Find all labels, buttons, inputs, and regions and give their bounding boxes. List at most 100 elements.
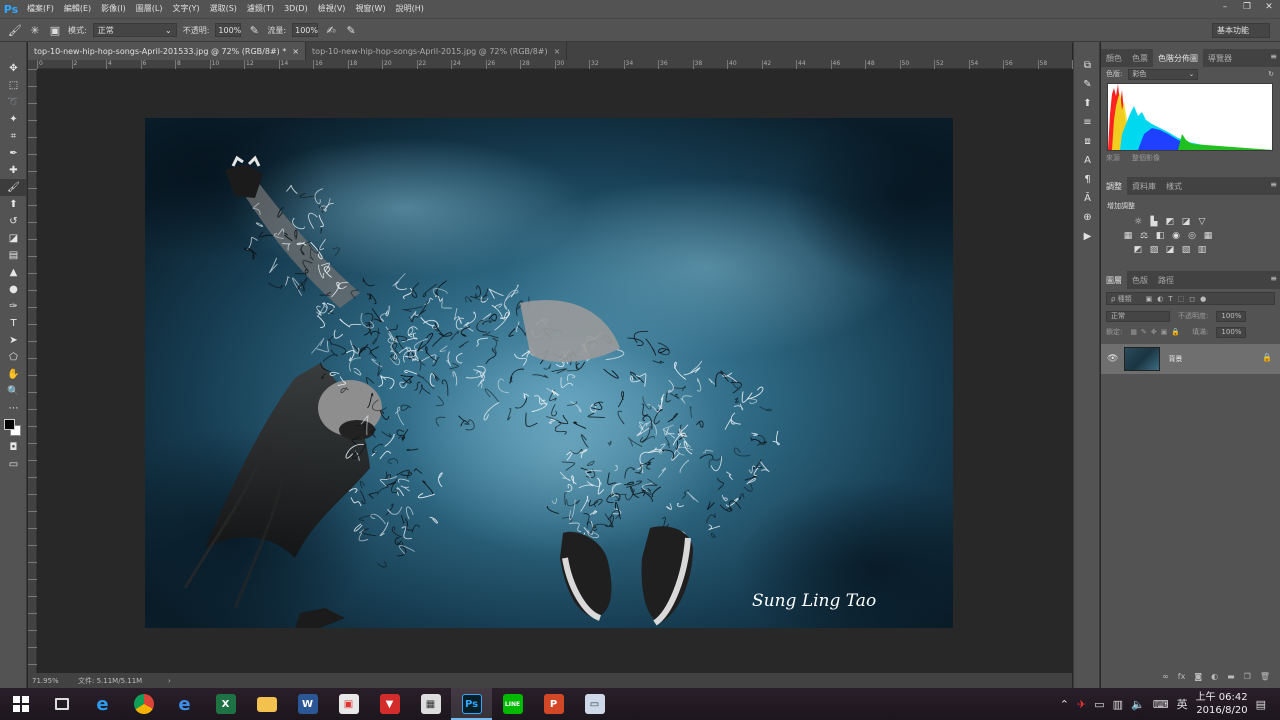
zoom-tool-icon[interactable]: 🔍 <box>0 383 27 400</box>
tab-styles[interactable]: 樣式 <box>1161 177 1187 195</box>
notifications-icon[interactable]: ▤ <box>1256 698 1266 711</box>
status-menu-arrow[interactable]: › <box>168 677 171 685</box>
history-panel-icon[interactable]: ⧉ <box>1074 56 1101 75</box>
glyphs-panel-icon[interactable]: Ā <box>1074 189 1101 208</box>
ruler-corner[interactable] <box>28 60 37 69</box>
brush-tool-icon[interactable]: 🖌 <box>8 23 22 37</box>
type-tool-icon[interactable]: T <box>0 315 27 332</box>
eyedropper-tool-icon[interactable]: ✒ <box>0 145 27 162</box>
link-layers-icon[interactable]: ∞ <box>1162 672 1169 681</box>
lasso-tool-icon[interactable]: ➰ <box>0 94 27 111</box>
selective-color-icon[interactable]: ▧ <box>1181 245 1191 255</box>
foreground-color-swatch[interactable] <box>4 419 15 430</box>
menu-layer[interactable]: 圖層(L) <box>131 0 168 18</box>
black-white-icon[interactable]: ◧ <box>1155 231 1165 241</box>
refresh-icon[interactable]: ↻ <box>1268 70 1274 78</box>
taskbar-app-red[interactable]: ▼ <box>369 688 410 720</box>
taskbar-chrome[interactable] <box>123 688 164 720</box>
panel-menu-icon[interactable]: ≡ <box>1270 274 1277 283</box>
flow-input[interactable]: 100% <box>292 23 319 37</box>
taskbar-ie[interactable]: e <box>82 688 123 720</box>
tab-adjustments[interactable]: 調整 <box>1101 177 1127 195</box>
info-panel-icon[interactable]: ⊕ <box>1074 208 1101 227</box>
keyboard-icon[interactable]: ⌨ <box>1153 698 1169 711</box>
new-group-icon[interactable]: ▬ <box>1227 672 1235 681</box>
minimize-button[interactable]: – <box>1214 0 1236 14</box>
opacity-input[interactable]: 100% <box>215 23 242 37</box>
marquee-tool-icon[interactable]: ⬚ <box>0 77 27 94</box>
antivirus-icon[interactable]: ✈ <box>1077 698 1086 711</box>
tab-layers[interactable]: 圖層 <box>1101 271 1127 289</box>
tab-libraries[interactable]: 資料庫 <box>1127 177 1161 195</box>
path-select-tool-icon[interactable]: ➤ <box>0 332 27 349</box>
network-icon[interactable]: ▥ <box>1113 698 1123 711</box>
pressure-opacity-icon[interactable]: ✎ <box>247 23 261 37</box>
layer-opacity-input[interactable]: 100% <box>1216 310 1247 322</box>
add-mask-icon[interactable]: ◙ <box>1194 672 1202 681</box>
tab-swatches[interactable]: 色票 <box>1127 49 1153 67</box>
horizontal-ruler[interactable]: 0 2 4 6 8 10 12 14 16 18 20 22 24 26 28 30 32 34 36 38 40 42 4… <box>37 60 1082 69</box>
properties-icon[interactable]: ≡ <box>1074 113 1101 132</box>
channel-select[interactable]: 彩色 ⌄ <box>1128 68 1199 80</box>
paragraph-panel-icon[interactable]: ¶ <box>1074 170 1101 189</box>
new-adjustment-icon[interactable]: ◐ <box>1211 672 1218 681</box>
taskbar-excel[interactable]: X <box>205 688 246 720</box>
restore-button[interactable]: ❐ <box>1236 0 1258 14</box>
brush-preset-picker-icon[interactable]: ✳ <box>28 23 42 37</box>
taskbar-photoshop[interactable]: Ps <box>451 688 492 720</box>
taskbar-line[interactable]: LINE <box>492 688 533 720</box>
histogram-source-value[interactable]: 整個影像 <box>1132 153 1160 163</box>
healing-brush-tool-icon[interactable]: ✚ <box>0 162 27 179</box>
quick-select-tool-icon[interactable]: ✦ <box>0 111 27 128</box>
airbrush-icon[interactable]: ✍ <box>324 23 338 37</box>
mode-select[interactable]: 正常 ⌄ <box>92 23 177 37</box>
taskbar-word[interactable]: W <box>287 688 328 720</box>
battery-icon[interactable]: ▭ <box>1094 698 1104 711</box>
tab-histogram[interactable]: 色階分佈圖 <box>1153 49 1203 67</box>
gradient-map-icon[interactable]: ▥ <box>1197 245 1207 255</box>
pressure-size-icon[interactable]: ✎ <box>344 23 358 37</box>
shape-tool-icon[interactable]: ⬠ <box>0 349 27 366</box>
taskbar-calculator[interactable]: ▦ <box>410 688 451 720</box>
menu-file[interactable]: 檔案(F) <box>22 0 59 18</box>
pen-tool-icon[interactable]: ✑ <box>0 298 27 315</box>
color-swatches[interactable] <box>0 417 26 439</box>
vibrance-icon[interactable]: ▽ <box>1197 217 1207 227</box>
exposure-icon[interactable]: ◪ <box>1181 217 1191 227</box>
taskbar-app[interactable]: ▣ <box>328 688 369 720</box>
photo-filter-icon[interactable]: ◉ <box>1171 231 1181 241</box>
clock[interactable]: 上午 06:42 2016/8/20 <box>1196 691 1248 717</box>
taskbar-edge[interactable]: e <box>164 688 205 720</box>
canvas-area[interactable]: Sung Ling Tao <box>38 70 1072 673</box>
hand-tool-icon[interactable]: ✋ <box>0 366 27 383</box>
menu-image[interactable]: 影像(I) <box>96 0 131 18</box>
brush-panel-toggle-icon[interactable]: ▣ <box>48 23 62 37</box>
layer-filter[interactable]: ρ 種類 ▣◐T⬚◻● <box>1106 292 1275 305</box>
tab-navigator[interactable]: 導覽器 <box>1203 49 1237 67</box>
blend-mode-select[interactable]: 正常 <box>1106 310 1170 322</box>
fx-icon[interactable]: fx <box>1178 672 1186 681</box>
dodge-tool-icon[interactable]: ● <box>0 281 27 298</box>
panel-menu-icon[interactable]: ≡ <box>1270 52 1277 61</box>
layer-row-background[interactable]: 👁 背景 🔒 <box>1101 344 1280 374</box>
panel-menu-icon[interactable]: ≡ <box>1270 180 1277 189</box>
ime-indicator[interactable]: 英 <box>1177 696 1188 712</box>
workspace-select[interactable]: 基本功能 <box>1212 23 1270 38</box>
menu-type[interactable]: 文字(Y) <box>167 0 204 18</box>
zoom-level[interactable]: 71.95% <box>28 677 78 685</box>
actions-panel-icon[interactable]: ▶ <box>1074 227 1101 246</box>
document-tab[interactable]: top-10-new-hip-hop-songs-April-2015.jpg … <box>306 42 568 60</box>
brush-tool-icon[interactable]: 🖌 <box>0 179 27 196</box>
crop-tool-icon[interactable]: ⌗ <box>0 128 27 145</box>
gradient-tool-icon[interactable]: ▤ <box>0 247 27 264</box>
menu-select[interactable]: 選取(S) <box>205 0 242 18</box>
tool-presets-icon[interactable]: ⧈ <box>1074 132 1101 151</box>
menu-window[interactable]: 視窗(W) <box>350 0 390 18</box>
new-layer-icon[interactable]: ❐ <box>1244 672 1251 681</box>
close-icon[interactable]: × <box>292 47 299 56</box>
task-view-button[interactable] <box>41 688 82 720</box>
document-tab-active[interactable]: top-10-new-hip-hop-songs-April-201533.jp… <box>28 42 307 60</box>
posterize-icon[interactable]: ▨ <box>1149 245 1159 255</box>
vertical-ruler[interactable] <box>28 69 37 673</box>
show-hidden-icons[interactable]: ⌃ <box>1060 698 1069 711</box>
